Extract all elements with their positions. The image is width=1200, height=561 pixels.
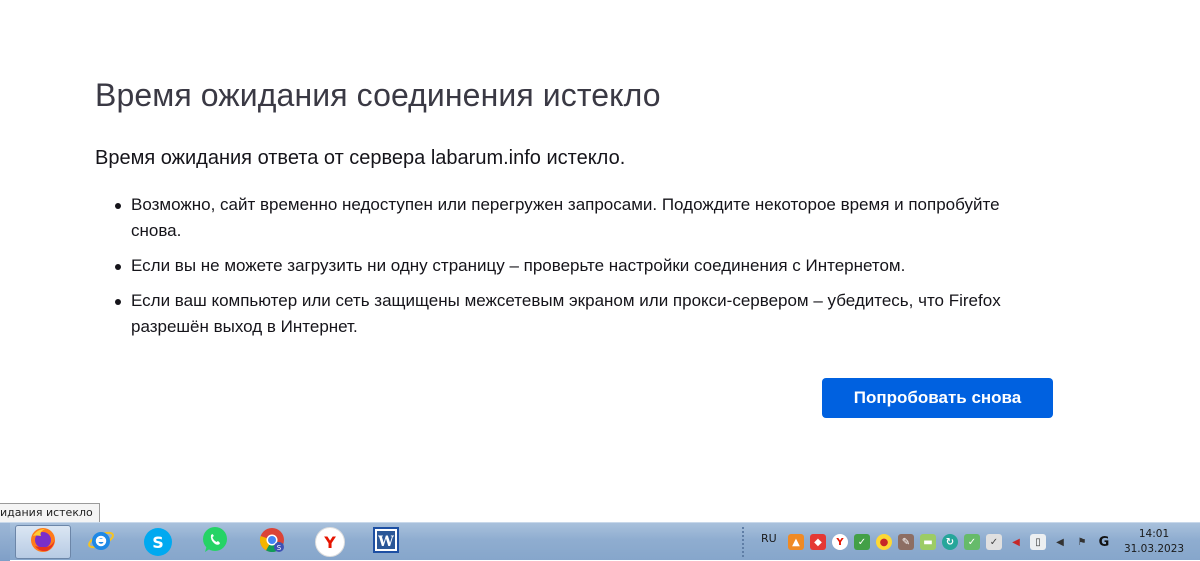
retry-button[interactable]: Попробовать снова (822, 378, 1053, 418)
chrome-icon: S (258, 526, 286, 559)
start-button-edge[interactable] (0, 523, 10, 561)
language-indicator[interactable]: RU (761, 532, 777, 545)
yandex-browser-icon: Y (315, 527, 345, 557)
checkmark-icon[interactable]: ✓ (854, 534, 870, 550)
logitech-g-icon[interactable]: G (1096, 534, 1112, 550)
action-center-flag-icon[interactable]: ⚑ (1074, 534, 1090, 550)
avast-icon[interactable]: ▲ (788, 534, 804, 550)
error-title: Время ожидания соединения истекло (95, 77, 661, 113)
taskbar-app-chrome[interactable]: S (244, 525, 300, 559)
error-subtitle: Время ожидания ответа от сервера labarum… (95, 147, 626, 169)
firefox-error-page: Время ожидания соединения истекло Время … (0, 0, 1200, 523)
taskbar-tooltip: идания истекло (0, 503, 100, 523)
microsoft-word-icon: W (372, 526, 400, 559)
taskbar-app-yandex-browser[interactable]: Y (302, 525, 358, 559)
taskbar-app-skype[interactable]: S (130, 525, 186, 559)
device-icon[interactable]: ▯ (1030, 534, 1046, 550)
error-suggestions: Возможно, сайт временно недоступен или п… (95, 192, 1055, 340)
taskbar-app-firefox[interactable] (15, 525, 71, 559)
battery-icon[interactable]: ▬ (920, 534, 936, 550)
suggestion-item: Если ваш компьютер или сеть защищены меж… (115, 288, 1011, 340)
lifebuoy-icon[interactable]: ● (876, 534, 892, 550)
whatsapp-icon (201, 526, 229, 559)
tray-icons: ▲ ◆ Y ✓ ● ✎ ▬ ↻ ✓ ✓ ◀ ▯ ◀ ⚑ G (788, 534, 1112, 550)
speaker-icon[interactable]: ◀ (1052, 534, 1068, 550)
firefox-icon (29, 526, 57, 559)
security-icon[interactable]: ✓ (964, 534, 980, 550)
suggestion-item: Если вы не можете загрузить ни одну стра… (115, 253, 1011, 279)
clock-date: 31.03.2023 (1123, 543, 1185, 555)
taskbar-app-whatsapp[interactable] (187, 525, 243, 559)
svg-text:S: S (277, 544, 282, 552)
svg-text:W: W (377, 534, 394, 550)
clock[interactable]: 14:01 31.03.2023 (1120, 527, 1188, 557)
anydesk-icon[interactable]: ◆ (810, 534, 826, 550)
taskbar-app-internet-explorer[interactable] (73, 525, 129, 559)
yandex-tray-icon[interactable]: Y (832, 534, 848, 550)
safely-remove-icon[interactable]: ✓ (986, 534, 1002, 550)
taskbar: S S Y W RU ▲ ◆ Y ✓ ● ✎ ▬ ↻ ✓ ✓ ◀ ▯ ◀ ⚑ G… (0, 522, 1200, 561)
clock-time: 14:01 (1138, 528, 1170, 540)
system-tray: RU ▲ ◆ Y ✓ ● ✎ ▬ ↻ ✓ ✓ ◀ ▯ ◀ ⚑ G 14:01 3… (740, 523, 1200, 561)
taskbar-app-word[interactable]: W (358, 525, 414, 559)
skype-icon: S (144, 528, 172, 556)
error-content: Время ожидания соединения истекло Время … (95, 72, 1055, 349)
volume-muted-icon[interactable]: ◀ (1008, 534, 1024, 550)
pen-icon[interactable]: ✎ (898, 534, 914, 550)
internet-explorer-icon (87, 526, 115, 559)
sync-icon[interactable]: ↻ (942, 534, 958, 550)
suggestion-item: Возможно, сайт временно недоступен или п… (115, 192, 1011, 244)
